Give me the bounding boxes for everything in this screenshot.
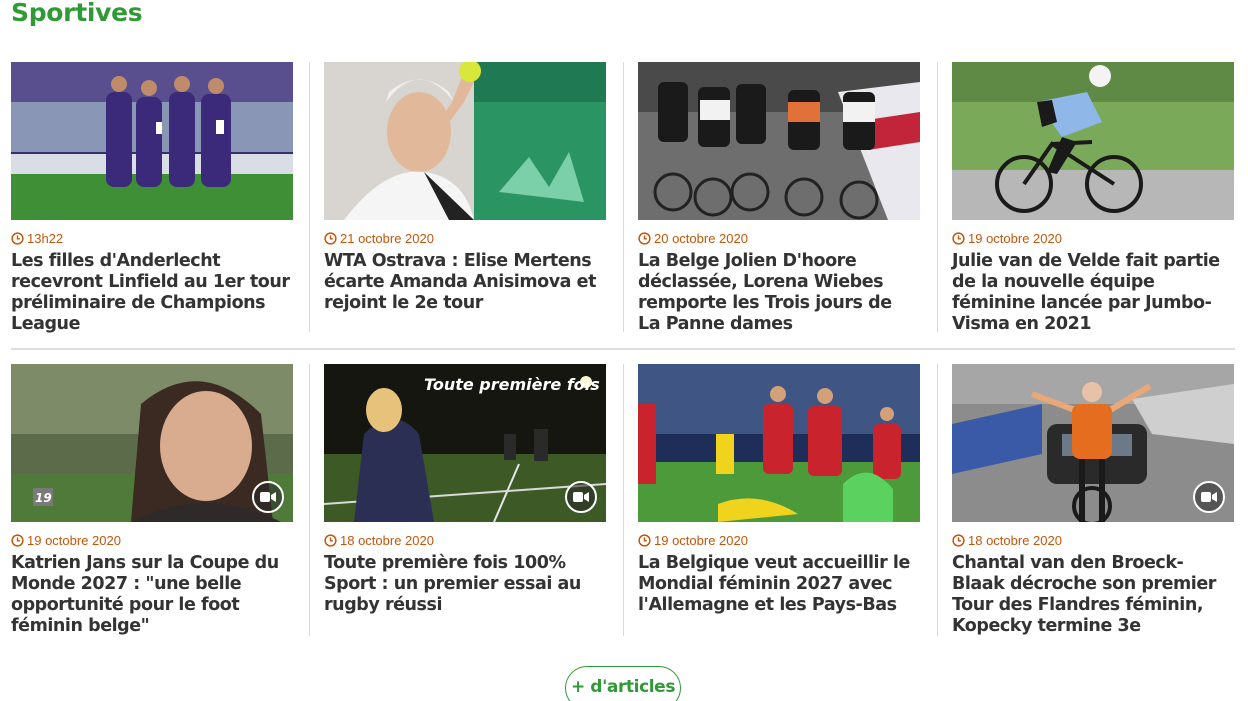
clock-icon xyxy=(11,534,24,547)
article-date: 21 octobre 2020 xyxy=(340,231,434,246)
rugby-night-image: Toute première fois xyxy=(324,364,606,522)
interview-woman-image: 19 xyxy=(11,364,293,522)
article-thumbnail[interactable]: Toute première fois xyxy=(324,364,606,522)
article-thumbnail[interactable] xyxy=(11,62,293,220)
article-card[interactable]: 18 octobre 2020 Chantal van den Broeck-B… xyxy=(937,364,1235,636)
article-meta: 18 octobre 2020 xyxy=(952,532,1235,549)
article-card[interactable]: 19 octobre 2020 Julie van de Velde fait … xyxy=(937,62,1235,335)
article-card[interactable]: 13h22 Les filles d'Anderlecht recevront … xyxy=(11,62,309,335)
articles-row: 19 19 octobre 2020 Katrien Jans sur la C… xyxy=(11,364,1235,636)
article-thumbnail[interactable] xyxy=(324,62,606,220)
article-date: 18 octobre 2020 xyxy=(340,533,434,548)
svg-text:Toute première fois: Toute première fois xyxy=(424,375,600,394)
clock-icon xyxy=(638,534,651,547)
article-thumbnail[interactable] xyxy=(638,62,920,220)
clock-icon xyxy=(638,232,651,245)
clock-icon xyxy=(324,534,337,547)
article-thumbnail[interactable] xyxy=(638,364,920,522)
article-card[interactable]: 19 19 octobre 2020 Katrien Jans sur la C… xyxy=(11,364,309,636)
article-headline[interactable]: Chantal van den Broeck-Blaak décroche so… xyxy=(952,553,1235,637)
article-headline[interactable]: La Belgique veut accueillir le Mondial f… xyxy=(638,553,918,616)
article-meta: 19 octobre 2020 xyxy=(952,230,1235,247)
article-meta: 18 octobre 2020 xyxy=(324,532,604,549)
article-card[interactable]: 20 octobre 2020 La Belge Jolien D'hoore … xyxy=(623,62,937,335)
video-camera-icon xyxy=(1193,481,1225,513)
article-meta: 21 octobre 2020 xyxy=(324,230,604,247)
article-thumbnail[interactable] xyxy=(952,364,1234,522)
more-articles-button[interactable]: + d'articles xyxy=(565,666,681,701)
section-title: Sportives xyxy=(11,0,143,27)
article-date: 20 octobre 2020 xyxy=(654,231,748,246)
video-camera-icon xyxy=(252,481,284,513)
clock-icon xyxy=(952,534,965,547)
article-headline[interactable]: Les filles d'Anderlecht recevront Linfie… xyxy=(11,251,290,335)
article-thumbnail[interactable]: 19 xyxy=(11,364,293,522)
clock-icon xyxy=(952,232,965,245)
article-meta: 13h22 xyxy=(11,230,290,247)
articles-row: 13h22 Les filles d'Anderlecht recevront … xyxy=(11,62,1235,335)
svg-text:19: 19 xyxy=(35,491,52,505)
article-card[interactable]: Toute première fois 18 octobre 2020 Tout… xyxy=(309,364,623,636)
cyclist-image xyxy=(952,62,1234,220)
article-date: 18 octobre 2020 xyxy=(968,533,1062,548)
article-date: 13h22 xyxy=(27,231,64,246)
article-card[interactable]: 19 octobre 2020 La Belgique veut accueil… xyxy=(623,364,937,636)
article-date: 19 octobre 2020 xyxy=(968,231,1062,246)
video-camera-icon xyxy=(565,481,597,513)
tennis-player-image xyxy=(324,62,606,220)
cyclist-victory-image xyxy=(952,364,1234,522)
row-divider xyxy=(11,348,1235,350)
clock-icon xyxy=(11,232,24,245)
article-date: 19 octobre 2020 xyxy=(27,533,121,548)
article-headline[interactable]: WTA Ostrava : Elise Mertens écarte Amand… xyxy=(324,251,604,314)
clock-icon xyxy=(324,232,337,245)
football-celebration-image xyxy=(638,364,920,522)
article-meta: 19 octobre 2020 xyxy=(638,532,918,549)
article-thumbnail[interactable] xyxy=(952,62,1234,220)
article-meta: 19 octobre 2020 xyxy=(11,532,290,549)
article-date: 19 octobre 2020 xyxy=(654,533,748,548)
football-team-image xyxy=(11,62,293,220)
articles-grid: 13h22 Les filles d'Anderlecht recevront … xyxy=(11,62,1235,636)
article-headline[interactable]: La Belge Jolien D'hoore déclassée, Loren… xyxy=(638,251,918,335)
article-headline[interactable]: Julie van de Velde fait partie de la nou… xyxy=(952,251,1235,335)
article-meta: 20 octobre 2020 xyxy=(638,230,918,247)
article-headline[interactable]: Toute première fois 100% Sport : un prem… xyxy=(324,553,604,616)
article-headline[interactable]: Katrien Jans sur la Coupe du Monde 2027 … xyxy=(11,553,290,637)
cyclists-race-image xyxy=(638,62,920,220)
article-card[interactable]: 21 octobre 2020 WTA Ostrava : Elise Mert… xyxy=(309,62,623,332)
